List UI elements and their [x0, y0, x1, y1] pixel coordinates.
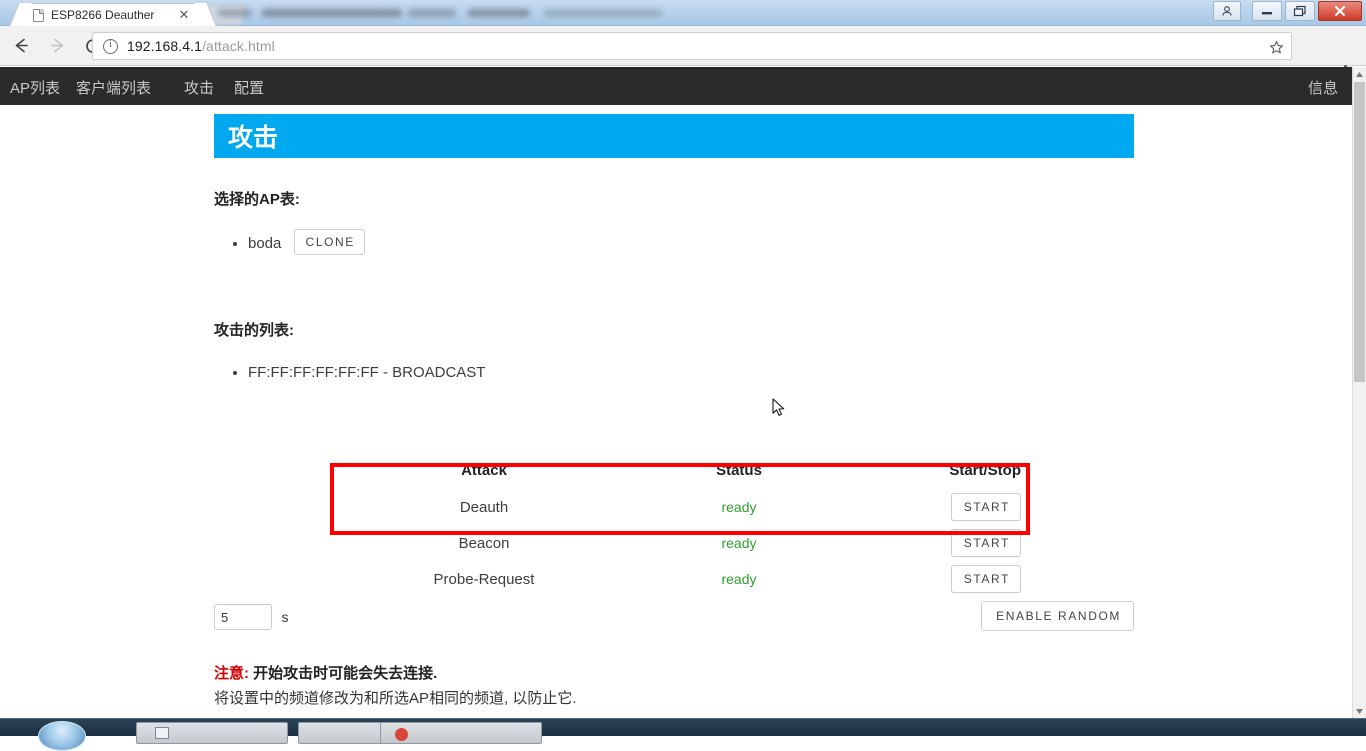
- status-badge-deauth: ready: [721, 499, 756, 515]
- status-badge-beacon: ready: [721, 535, 756, 551]
- page-favicon-icon: [33, 9, 44, 22]
- status-badge-probe-request: ready: [721, 571, 756, 587]
- warning-text: 开始攻击时可能会失去连接.: [249, 665, 437, 682]
- warning-label: 注意:: [214, 665, 249, 682]
- start-button-probe-request[interactable]: START: [951, 565, 1021, 593]
- browser-toolbar: 192.168.4.1/attack.html: [0, 26, 1366, 66]
- web-page-viewport: AP列表 客户端列表 攻击 配置 信息 攻击 选择的AP表: boda CLON…: [0, 67, 1352, 718]
- close-button[interactable]: [1318, 1, 1362, 21]
- forward-button[interactable]: [42, 31, 72, 61]
- attack-name-deauth: Deauth: [334, 489, 634, 525]
- timeout-unit-label: s: [281, 609, 288, 625]
- page-title-banner: 攻击: [214, 114, 1134, 158]
- attack-target-list: FF:FF:FF:FF:FF:FF - BROADCAST: [248, 360, 1134, 386]
- bookmark-star-icon[interactable]: [1265, 36, 1287, 58]
- table-row: Beacon ready START: [334, 525, 1034, 561]
- attack-table: Attack Status Start/Stop Deauth ready ST…: [334, 454, 1034, 597]
- minimize-button[interactable]: [1252, 1, 1282, 21]
- attack-name-probe-request: Probe-Request: [334, 561, 634, 597]
- ap-name: boda: [248, 235, 281, 252]
- table-row: Probe-Request ready START: [334, 561, 1034, 597]
- warning-block: 注意: 开始攻击时可能会失去连接. 将设置中的频道修改为和所选AP相同的频道, …: [214, 662, 1134, 712]
- warning-line-2: 将设置中的频道修改为和所选AP相同的频道, 以防止它.: [214, 686, 1134, 712]
- site-navbar: AP列表 客户端列表 攻击 配置 信息: [0, 67, 1352, 105]
- attack-name-beacon: Beacon: [334, 525, 634, 561]
- scroll-down-arrow-icon[interactable]: [1353, 704, 1366, 718]
- table-header-row: Attack Status Start/Stop: [334, 454, 1034, 489]
- address-bar-url: 192.168.4.1/attack.html: [127, 38, 275, 54]
- site-info-icon[interactable]: [103, 39, 118, 54]
- scrollbar-thumb[interactable]: [1354, 82, 1365, 382]
- window-controls: [1213, 1, 1362, 22]
- app-dot-icon: [395, 728, 408, 741]
- url-host: 192.168.4.1: [127, 38, 202, 54]
- taskbar-item-3[interactable]: [380, 722, 542, 744]
- nav-item-ap-list[interactable]: AP列表: [10, 77, 60, 98]
- browser-tab-title: ESP8266 Deauther: [51, 8, 171, 23]
- warning-line-1: 注意: 开始攻击时可能会失去连接.: [214, 662, 1134, 686]
- restore-button[interactable]: [1285, 1, 1315, 21]
- document-icon: [155, 727, 169, 739]
- column-header-start-stop: Start/Stop: [844, 454, 1034, 489]
- nav-item-attack[interactable]: 攻击: [184, 77, 214, 98]
- nav-item-settings[interactable]: 配置: [234, 77, 264, 98]
- browser-tab-active[interactable]: ESP8266 Deauther ✕: [22, 3, 204, 26]
- table-row: Deauth ready START: [334, 489, 1034, 525]
- start-button-beacon[interactable]: START: [951, 529, 1021, 557]
- address-bar[interactable]: 192.168.4.1/attack.html: [92, 32, 1292, 60]
- back-button[interactable]: [6, 31, 36, 61]
- mouse-cursor: [772, 398, 786, 418]
- nav-item-client-list[interactable]: 客户端列表: [76, 77, 151, 98]
- enable-random-button[interactable]: ENABLE RANDOM: [981, 601, 1134, 631]
- os-taskbar: [0, 718, 1366, 736]
- page-container: 攻击 选择的AP表: boda CLONE 攻击的列表: FF:FF:FF:FF…: [214, 114, 1134, 386]
- column-header-status: Status: [634, 454, 844, 489]
- scroll-up-arrow-icon[interactable]: [1353, 67, 1366, 81]
- clone-button[interactable]: CLONE: [294, 229, 365, 255]
- timeout-input[interactable]: [214, 604, 272, 630]
- page-scrollbar[interactable]: [1352, 67, 1366, 718]
- nav-item-info[interactable]: 信息: [1308, 77, 1338, 98]
- os-title-bar: ESP8266 Deauther ✕: [0, 0, 1366, 26]
- selected-ap-heading: 选择的AP表:: [214, 188, 1134, 209]
- background-window-title-blurred-right: [666, 0, 758, 25]
- column-header-attack: Attack: [334, 454, 634, 489]
- page-title: 攻击: [228, 118, 278, 154]
- timeout-row: s ENABLE RANDOM: [214, 604, 1134, 638]
- tab-close-icon[interactable]: ✕: [177, 8, 191, 22]
- start-button-deauth[interactable]: START: [951, 493, 1021, 521]
- selected-ap-list: boda CLONE: [248, 229, 1134, 257]
- attack-list-heading: 攻击的列表:: [214, 319, 1134, 340]
- url-path: /attack.html: [202, 38, 275, 54]
- user-profile-icon[interactable]: [1213, 1, 1241, 21]
- attack-table-wrapper: Attack Status Start/Stop Deauth ready ST…: [334, 454, 1034, 597]
- list-item: boda CLONE: [248, 229, 1134, 257]
- list-item: FF:FF:FF:FF:FF:FF - BROADCAST: [248, 360, 1134, 386]
- start-button-orb[interactable]: [38, 721, 86, 751]
- taskbar-item-1[interactable]: [136, 722, 288, 744]
